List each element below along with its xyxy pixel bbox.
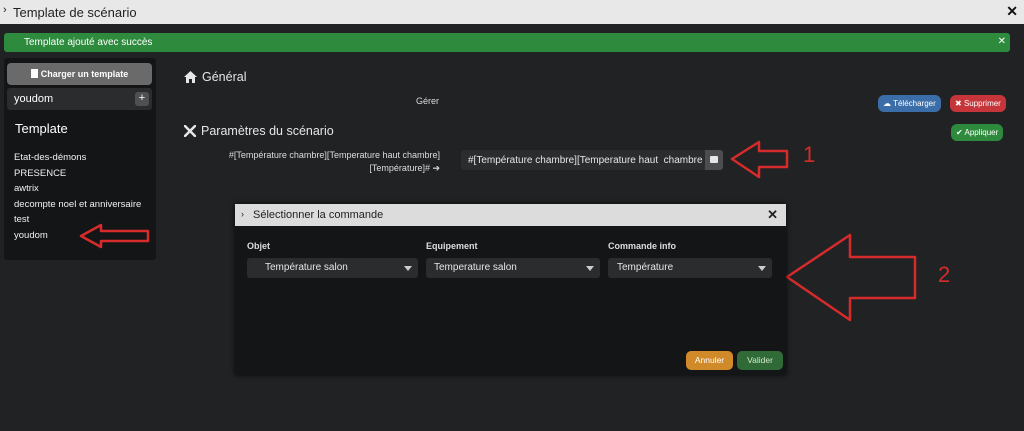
- annotation-arrow-left-sidebar: [79, 223, 150, 249]
- delete-label: Supprimer: [963, 99, 1001, 108]
- window-title: Template de scénario: [13, 5, 137, 20]
- validate-button[interactable]: Valider: [737, 351, 783, 370]
- modal-title: Sélectionner la commande: [253, 209, 384, 221]
- equipment-select[interactable]: Temperature salon: [426, 258, 600, 278]
- cancel-button[interactable]: Annuler: [686, 351, 733, 370]
- template-list-heading: Template: [15, 121, 68, 136]
- alert-message: Template ajouté avec succès: [24, 37, 153, 48]
- annotation-number-2: 2: [938, 262, 951, 287]
- annotation-number-1: 1: [803, 142, 816, 167]
- alert-close-icon[interactable]: ✕: [998, 36, 1006, 47]
- select-command-modal: › Sélectionner la commande ✕ Objet Equip…: [235, 204, 786, 375]
- command-row-label: #[Température chambre][Temperature haut …: [205, 149, 440, 175]
- list-alt-icon: [710, 156, 718, 163]
- chevron-right-icon: ›: [3, 4, 7, 16]
- equipment-column-label: Equipement: [426, 241, 478, 251]
- annotation-arrow-1: [730, 140, 789, 179]
- modal-header: › Sélectionner la commande ✕: [235, 204, 786, 226]
- command-select-value: Température: [617, 262, 674, 273]
- caret-down-icon: [404, 266, 412, 271]
- caret-down-icon: [758, 266, 766, 271]
- load-template-label: Charger un template: [40, 69, 129, 79]
- params-section-title: Paramètres du scénario: [183, 124, 334, 138]
- params-title: Paramètres du scénario: [201, 124, 334, 138]
- x-icon: ✖: [955, 99, 962, 108]
- command-row-label-line1: #[Température chambre][Temperature haut …: [228, 150, 440, 160]
- check-circle-icon: ✔: [956, 128, 963, 137]
- object-select[interactable]: Température salon: [247, 258, 418, 278]
- command-column-label: Commande info: [608, 241, 677, 251]
- cloud-download-icon: ☁: [883, 99, 891, 108]
- template-item[interactable]: awtrix: [14, 181, 141, 197]
- template-item[interactable]: Etat-des-démons: [14, 150, 141, 166]
- object-select-value: Température salon: [265, 262, 348, 273]
- close-icon[interactable]: ✕: [1006, 3, 1018, 20]
- apply-button[interactable]: ✔ Appliquer: [951, 124, 1004, 141]
- file-icon: [30, 69, 38, 78]
- success-alert: Template ajouté avec succès ✕: [4, 33, 1010, 52]
- select-command-button[interactable]: [705, 150, 723, 170]
- annotation-arrow-2: [785, 233, 917, 322]
- template-search-input[interactable]: [7, 88, 132, 110]
- equipment-select-value: Temperature salon: [434, 262, 517, 273]
- command-row-label-line2: [Température]# ➔: [369, 163, 440, 173]
- plus-circle-icon[interactable]: +: [135, 92, 149, 106]
- general-title: Général: [202, 70, 247, 84]
- template-item[interactable]: decompte noel et anniversaire: [14, 197, 141, 213]
- download-label: Télécharger: [893, 99, 936, 108]
- manage-label: Gérer: [416, 96, 440, 106]
- apply-label: Appliquer: [964, 128, 999, 137]
- delete-button[interactable]: ✖ Supprimer: [950, 95, 1006, 112]
- download-button[interactable]: ☁ Télécharger: [878, 95, 941, 112]
- load-template-button[interactable]: Charger un template: [7, 63, 152, 85]
- window-titlebar: › Template de scénario ✕: [0, 0, 1024, 24]
- template-item[interactable]: PRESENCE: [14, 166, 141, 182]
- object-column-label: Objet: [247, 241, 271, 251]
- command-input[interactable]: [461, 150, 705, 170]
- home-icon: [184, 71, 197, 83]
- command-select[interactable]: Température: [608, 258, 772, 278]
- caret-down-icon: [586, 266, 594, 271]
- chevron-right-icon: ›: [241, 209, 244, 219]
- modal-close-icon[interactable]: ✕: [767, 207, 778, 223]
- template-search: +: [7, 88, 152, 110]
- command-field: [461, 150, 723, 170]
- general-section-title: Général: [184, 70, 246, 84]
- tools-icon: [183, 124, 197, 138]
